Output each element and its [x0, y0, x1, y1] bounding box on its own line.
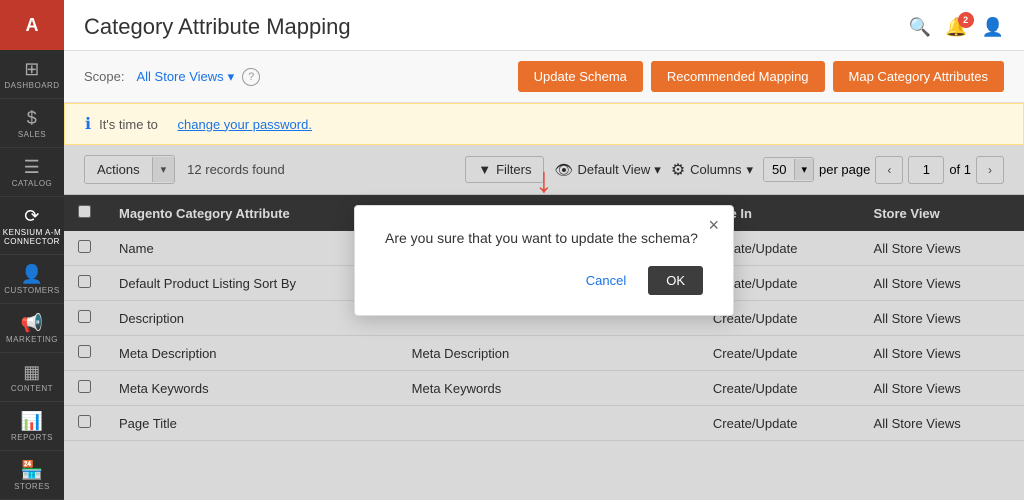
topbar: Category Attribute Mapping 🔍 🔔 2 👤 [64, 0, 1024, 51]
sales-icon: $ [27, 109, 38, 127]
change-password-link[interactable]: change your password. [178, 117, 312, 132]
info-icon: ℹ [85, 114, 91, 134]
scope-dropdown[interactable]: All Store Views ▾ [136, 69, 234, 85]
sidebar-label-stores: Stores [14, 482, 50, 491]
sidebar: A ⊞ Dashboard $ Sales ☰ Catalog ⟳ Kensiu… [0, 0, 64, 500]
arrow-indicator: ↓ [535, 162, 553, 198]
modal-overlay: ↓ × Are you sure that you want to update… [64, 145, 1024, 500]
modal-actions: Cancel OK [385, 266, 703, 295]
sidebar-label-kensium: Kensium A-M Connector [0, 228, 64, 246]
sidebar-item-content[interactable]: ▦ Content [0, 353, 64, 402]
sidebar-item-dashboard[interactable]: ⊞ Dashboard [0, 50, 64, 99]
confirm-modal: ↓ × Are you sure that you want to update… [354, 205, 734, 316]
modal-close-button[interactable]: × [708, 216, 719, 234]
modal-ok-button[interactable]: OK [648, 266, 703, 295]
sidebar-item-reports[interactable]: 📊 Reports [0, 402, 64, 451]
scope-chevron-icon: ▾ [228, 69, 235, 85]
sidebar-item-sales[interactable]: $ Sales [0, 99, 64, 148]
recommended-mapping-button[interactable]: Recommended Mapping [651, 61, 825, 92]
toolbar-buttons: Update Schema Recommended Mapping Map Ca… [518, 61, 1004, 92]
stores-icon: 🏪 [21, 461, 44, 479]
page-title: Category Attribute Mapping [84, 14, 351, 40]
marketing-icon: 📢 [21, 314, 44, 332]
sidebar-label-content: Content [11, 384, 53, 393]
info-bar: ℹ It's time to change your password. [64, 103, 1024, 145]
customers-icon: 👤 [21, 265, 44, 283]
sidebar-item-kensium[interactable]: ⟳ Kensium A-M Connector [0, 197, 64, 255]
content-area: Actions ▾ 12 records found ▼ Filters 👁 D… [64, 145, 1024, 500]
reports-icon: 📊 [21, 412, 44, 430]
sidebar-item-customers[interactable]: 👤 Customers [0, 255, 64, 304]
modal-cancel-button[interactable]: Cancel [576, 267, 636, 294]
kensium-icon: ⟳ [24, 207, 40, 225]
sidebar-label-reports: Reports [11, 433, 53, 442]
sidebar-logo: A [0, 0, 64, 50]
sidebar-item-stores[interactable]: 🏪 Stores [0, 451, 64, 500]
sidebar-item-catalog[interactable]: ☰ Catalog [0, 148, 64, 197]
scope-label: Scope: [84, 69, 124, 84]
content-icon: ▦ [23, 363, 41, 381]
catalog-icon: ☰ [24, 158, 41, 176]
action-toolbar: Scope: All Store Views ▾ ? Update Schema… [64, 51, 1024, 103]
scope-section: Scope: All Store Views ▾ ? [84, 68, 260, 86]
help-icon[interactable]: ? [242, 68, 260, 86]
main-content: Category Attribute Mapping 🔍 🔔 2 👤 Scope… [64, 0, 1024, 500]
search-icon[interactable]: 🔍 [909, 17, 931, 38]
sidebar-label-marketing: Marketing [6, 335, 58, 344]
sidebar-label-customers: Customers [4, 286, 59, 295]
modal-confirm-text: Are you sure that you want to update the… [385, 230, 703, 246]
notification-bell[interactable]: 🔔 2 [945, 17, 967, 38]
notification-badge: 2 [958, 12, 974, 28]
info-text: It's time to [99, 117, 158, 132]
update-schema-button[interactable]: Update Schema [518, 61, 643, 92]
scope-value: All Store Views [136, 69, 223, 84]
sidebar-label-sales: Sales [18, 130, 46, 139]
user-avatar[interactable]: 👤 [982, 17, 1004, 38]
map-category-button[interactable]: Map Category Attributes [833, 61, 1004, 92]
topbar-icons: 🔍 🔔 2 👤 [909, 17, 1004, 38]
dashboard-icon: ⊞ [24, 60, 40, 78]
sidebar-label-catalog: Catalog [12, 179, 53, 188]
sidebar-label-dashboard: Dashboard [4, 81, 59, 90]
sidebar-item-marketing[interactable]: 📢 Marketing [0, 304, 64, 353]
